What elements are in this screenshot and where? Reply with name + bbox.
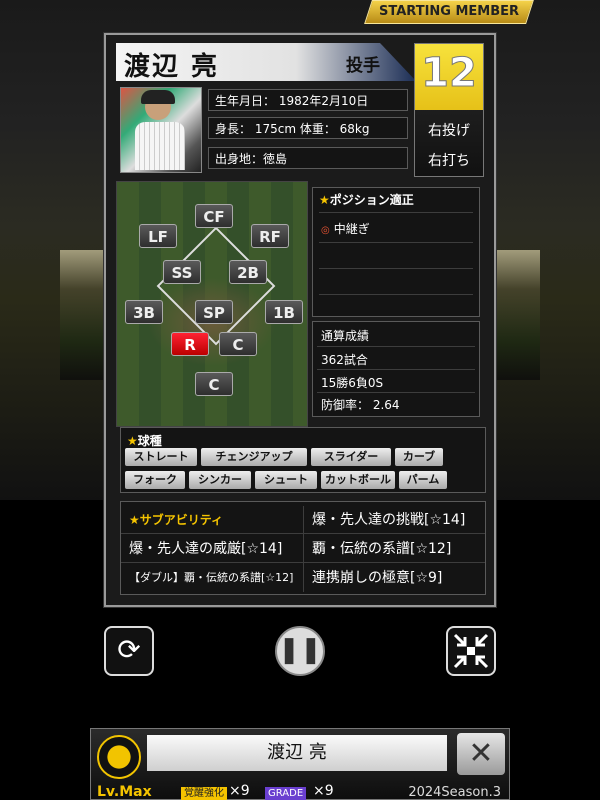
pos-closer: C [219,332,257,356]
player-photo [120,87,202,173]
awakening-badge: 覚醒強化 [181,787,227,800]
grade-badge: GRADE [265,787,307,800]
divider [317,392,475,393]
team-logo [97,735,141,779]
abilities-title: ★サブアビリティ [121,506,303,534]
ability-item: 爆・先人達の挑戦[☆14] [304,506,485,534]
photo-jersey [135,122,185,170]
uniform-number-box: 12 右投げ 右打ち [414,43,484,177]
refresh-icon: ⟳ [117,633,141,666]
batting-hand: 右打ち [428,153,470,169]
season-label: 2024Season.3 [408,785,501,800]
pitch-item: スライダー [311,448,391,466]
divider [319,242,473,243]
sub-abilities-panel: ★サブアビリティ 爆・先人達の挑戦[☆14] 爆・先人達の威厳[☆14] 覇・伝… [120,501,486,595]
birthdate: 生年月日： 1982年2月10日 [208,89,408,111]
circle-mark-icon: ◎ [321,225,330,236]
pos-2b: 2B [229,260,267,284]
refresh-button[interactable]: ⟳ [104,626,154,676]
pos-relief-active: R [171,332,209,356]
ability-item: 【ダブル】覇・伝統の系譜[☆12] [129,571,294,584]
ability-item: 連携崩しの極意[☆9] [312,570,443,586]
bottom-player-bar: 渡辺 亮 ✕ Lv.Max 覚醒強化 ×9 GRADE ×9 2024Seaso… [90,728,510,800]
position-aptitude-panel: ★ポジション適正 ◎ 中継ぎ [312,187,480,317]
throwing-hand: 右投げ [428,123,470,139]
pause-icon: ❚❚ [278,635,322,665]
pos-ss: SS [163,260,201,284]
shrink-button[interactable] [446,626,496,676]
player-card: 渡辺 亮 投手 12 右投げ 右打ち 生年月日： 1982年2月10日 身長： … [104,33,496,607]
pos-catcher: C [195,372,233,396]
close-button[interactable]: ✕ [457,733,505,775]
era: 防御率： 2.64 [321,398,400,412]
games-played: 362試合 [321,353,368,367]
divider [317,346,475,347]
banner-text: STARTING MEMBER [378,4,520,19]
win-loss-save: 15勝6負0S [321,376,384,390]
pitch-item: フォーク [125,471,185,489]
pitches-title: ★球種 [127,434,162,448]
uniform-number: 12 [421,50,478,97]
pitch-item: カットボール [321,471,395,489]
pos-lf: LF [139,224,177,248]
player-name: 渡辺 亮 [124,52,220,82]
field-diagram: CF LF RF SS 2B 3B SP 1B R C C [116,181,308,427]
position-label: 投手 [346,56,380,76]
pos-sp: SP [195,300,233,324]
close-icon: ✕ [468,736,494,771]
card-header: 渡辺 亮 投手 12 右投げ 右打ち 生年月日： 1982年2月10日 身長： … [116,43,486,177]
pitch-item: カーブ [395,448,443,466]
ability-item: 爆・先人達の威厳[☆14] [121,535,303,563]
bottom-player-name: 渡辺 亮 [147,735,447,771]
level-label: Lv.Max [97,784,152,800]
pitch-item: シュート [255,471,317,489]
divider [317,369,475,370]
pos-1b: 1B [265,300,303,324]
height-weight: 身長： 175cm 体重： 68kg [208,117,408,139]
pitch-types-panel: ★球種 ストレート チェンジアップ スライダー カーブ フォーク シンカー シュ… [120,427,486,493]
pitch-item: パーム [399,471,447,489]
aptitude-title: ★ポジション適正 [319,193,414,207]
divider [319,268,473,269]
starting-member-banner: STARTING MEMBER [364,0,534,24]
shrink-icon [453,633,489,669]
hometown: 出身地：徳島 [208,147,408,169]
divider [319,294,473,295]
photo-cap [141,90,175,104]
pos-rf: RF [251,224,289,248]
divider [319,212,473,213]
career-stats-panel: 通算成績 362試合 15勝6負0S 防御率： 2.64 [312,321,480,417]
pause-button[interactable]: ❚❚ [275,626,325,676]
pitch-item: シンカー [189,471,251,489]
ability-item: 覇・伝統の系譜[☆12] [304,535,485,563]
grade-multiplier: ×9 [313,783,334,799]
pitch-item: ストレート [125,448,197,466]
pitch-item: チェンジアップ [201,448,307,466]
pos-cf: CF [195,204,233,228]
aptitude-item: ◎ 中継ぎ [321,222,370,236]
awakening-multiplier: ×9 [229,783,250,799]
stats-title: 通算成績 [321,329,370,343]
pos-3b: 3B [125,300,163,324]
